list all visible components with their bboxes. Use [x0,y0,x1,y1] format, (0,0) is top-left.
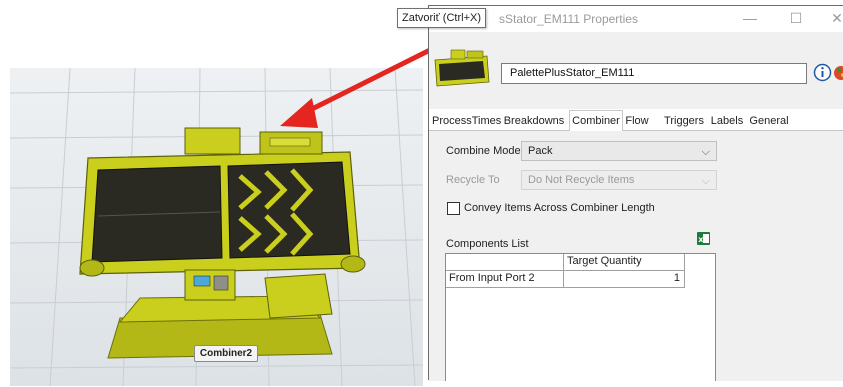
recycle-to-value: Do Not Recycle Items [528,174,635,186]
components-table: Target Quantity From Input Port 2 1 [445,253,716,381]
close-tooltip: Zatvoriť (Ctrl+X) [397,8,486,28]
info-icon[interactable] [813,63,832,82]
combiner-tab-panel: Combine Mode Pack ⌵ Recycle To Do Not Re… [429,131,843,381]
row-header-input-port: From Input Port 2 [446,271,564,288]
svg-text:x: x [698,235,704,244]
tab-processtimes[interactable]: ProcessTimes [432,113,501,131]
chevron-down-icon: ⌵ [701,146,710,158]
excel-export-icon[interactable]: x [697,232,710,245]
close-button[interactable]: ✕ [829,9,843,27]
recycle-to-label: Recycle To [446,174,500,186]
red-annotation-arrow [280,43,441,128]
table-corner-header [446,254,564,271]
components-list-label: Components List [446,238,529,250]
color-palette-icon[interactable] [834,63,843,83]
window-title: sStator_EM111 Properties [499,12,638,26]
object-name-field[interactable]: PalettePlusStator_EM111 [501,63,807,84]
combiner-3d-model[interactable] [70,118,370,368]
maximize-button[interactable]: ☐ [788,9,804,27]
tab-flow[interactable]: Flow [625,113,649,131]
convey-items-checkbox[interactable] [447,202,460,215]
tab-strip: ProcessTimes Breakdowns Combiner Flow Tr… [429,109,843,132]
tab-general[interactable]: General [749,113,789,131]
title-bar[interactable]: sStator_EM111 Properties — ☐ ✕ [429,6,843,32]
column-header-target-quantity: Target Quantity [564,254,685,271]
combine-mode-label: Combine Mode [446,145,521,157]
target-quantity-cell[interactable]: 1 [564,271,685,288]
properties-window: sStator_EM111 Properties — ☐ ✕ PalettePl… [428,5,843,381]
combine-mode-select[interactable]: Pack ⌵ [521,141,717,161]
chevron-down-icon: ⌵ [701,175,710,187]
minimize-button[interactable]: — [742,9,758,27]
combine-mode-value: Pack [528,145,553,157]
tab-combiner[interactable]: Combiner [569,110,623,132]
convey-items-label[interactable]: Convey Items Across Combiner Length [464,202,655,214]
object-thumbnail-icon [434,49,490,87]
tab-labels[interactable]: Labels [710,113,744,131]
tab-breakdowns[interactable]: Breakdowns [502,113,566,131]
recycle-to-select: Do Not Recycle Items ⌵ [521,170,717,190]
object-name-label: Combiner2 [194,345,258,362]
tab-triggers[interactable]: Triggers [663,113,705,131]
